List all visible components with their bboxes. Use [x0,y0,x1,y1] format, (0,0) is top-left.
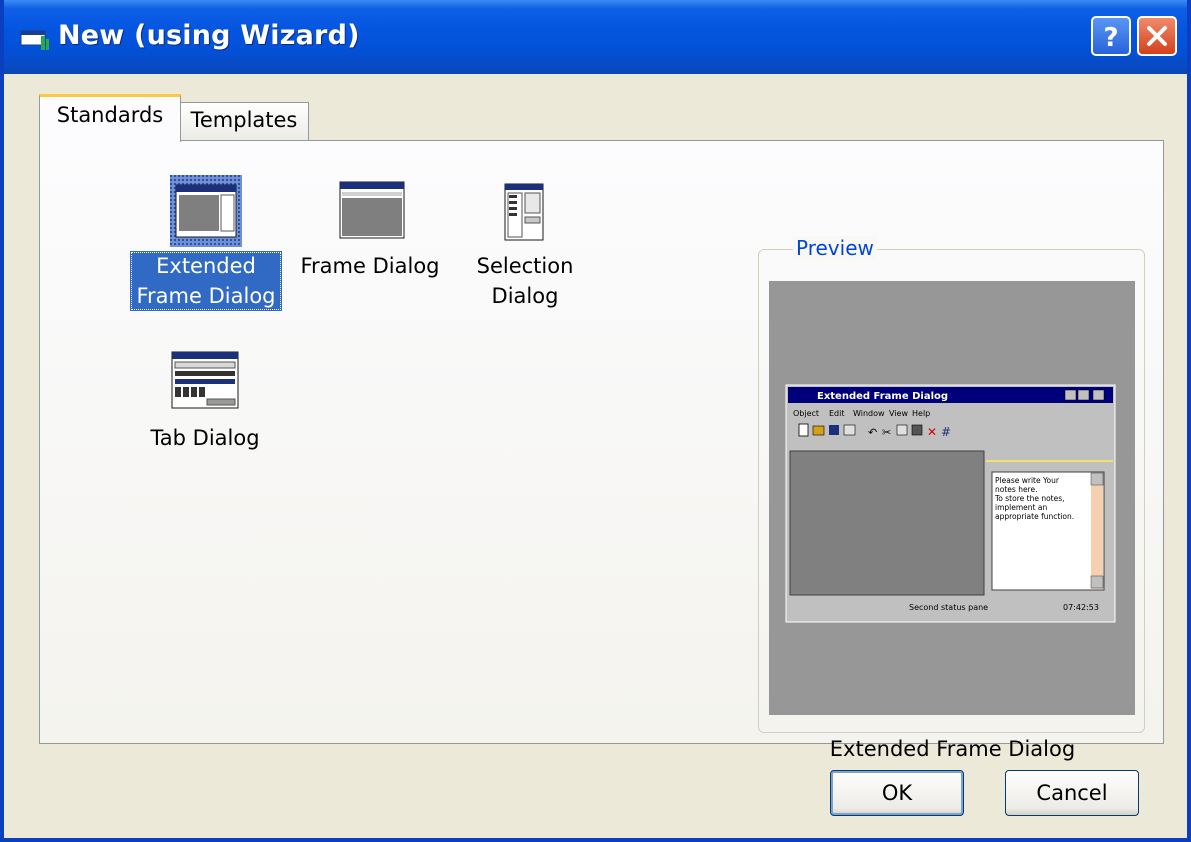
mini-note-line-5: appropriate function. [995,512,1074,521]
item-selection-dialog-label: Selection Dialog [476,254,574,308]
ok-button[interactable]: OK [830,770,964,816]
svg-text:✂: ✂ [882,426,891,439]
dialog-client-area: Standards Templates Extended Frame Dialo… [4,74,1187,838]
item-frame-dialog[interactable]: Frame Dialog [295,171,445,321]
svg-text:#: # [941,425,951,439]
tab-templates[interactable]: Templates [179,102,309,140]
preview-group: Preview Extended Frame Dialog Object Edi… [758,236,1145,761]
preview-legend: Preview [793,236,877,260]
item-extended-frame-dialog-label: Extended Frame Dialog [130,251,282,311]
svg-text:?: ? [1103,23,1118,53]
svg-text:✕: ✕ [927,425,937,439]
mini-menu-view: View [889,409,908,418]
extended-frame-dialog-icon [170,175,242,247]
mini-note-line-4: implement an [995,503,1047,512]
svg-text:↶: ↶ [868,426,877,439]
mini-menu-help: Help [912,409,930,418]
tab-dialog-icon [171,351,239,409]
item-frame-dialog-label: Frame Dialog [300,254,440,278]
selection-dialog-icon [504,183,544,241]
tab-standards[interactable]: Standards [39,94,181,142]
title-bar[interactable]: New (using Wizard) ? [4,0,1187,74]
app-icon [20,30,49,50]
mini-status-time: 07:42:53 [1063,603,1099,612]
preview-thumbnail: Extended Frame Dialog Object Edit Window… [785,384,1116,623]
mini-note-line-1: Please write Your [995,476,1060,485]
mini-window-title: Extended Frame Dialog [817,391,948,402]
window-title: New (using Wizard) [58,20,360,51]
preview-caption: Extended Frame Dialog [829,737,1076,761]
close-icon [1147,26,1167,46]
mini-menu-object: Object [793,409,819,418]
mini-status-pane: Second status pane [909,603,988,612]
cancel-button[interactable]: Cancel [1005,770,1139,816]
tab-templates-label: Templates [190,108,298,132]
preview-image-area: Extended Frame Dialog Object Edit Window… [769,281,1135,715]
question-mark-icon: ? [1103,23,1118,53]
item-tab-dialog-label: Tab Dialog [150,426,260,450]
frame-dialog-icon [339,181,405,239]
mini-note-line-3: To store the notes, [994,494,1065,503]
mini-menu-window: Window [853,409,885,418]
mini-menu-edit: Edit [829,409,845,418]
close-button[interactable] [1137,16,1177,56]
standards-tab-panel: Extended Frame Dialog Frame Dialog Selec… [39,140,1164,761]
mini-note-line-2: notes here. [995,485,1037,494]
help-button[interactable]: ? [1091,16,1131,56]
item-tab-dialog[interactable]: Tab Dialog [135,343,275,493]
wizard-dialog: New (using Wizard) ? Standards Templates [0,0,1191,842]
item-selection-dialog[interactable]: Selection Dialog [470,171,580,383]
tab-standards-label: Standards [56,103,164,127]
